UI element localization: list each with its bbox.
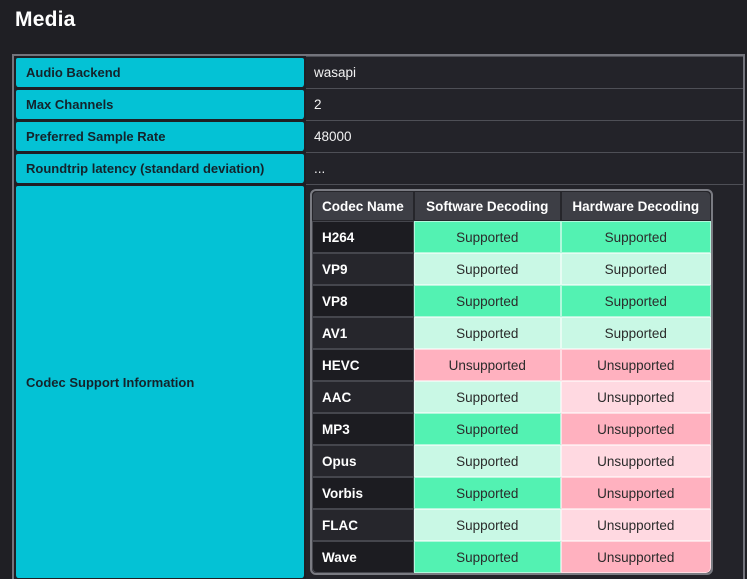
codec-header-row: Codec Name Software Decoding Hardware De… [312, 191, 711, 221]
software-decoding-status: Supported [414, 509, 561, 541]
codec-row-flac: FLAC Supported Unsupported [312, 509, 711, 541]
software-decoding-status: Supported [414, 317, 561, 349]
software-decoding-status: Supported [414, 285, 561, 317]
codec-row-vp9: VP9 Supported Supported [312, 253, 711, 285]
hardware-decoding-status: Unsupported [561, 445, 711, 477]
table-row: Roundtrip latency (standard deviation) .… [14, 152, 743, 184]
info-row-value-audio-backend: wasapi [306, 56, 743, 88]
hardware-decoding-status: Unsupported [561, 509, 711, 541]
hardware-decoding-status: Supported [561, 221, 711, 253]
codec-row-mp3: MP3 Supported Unsupported [312, 413, 711, 445]
software-decoding-status: Supported [414, 413, 561, 445]
info-row-value-max-channels: 2 [306, 88, 743, 120]
hardware-decoding-status: Unsupported [561, 349, 711, 381]
info-row-label-roundtrip-latency: Roundtrip latency (standard deviation) [14, 152, 306, 184]
table-row: Preferred Sample Rate 48000 [14, 120, 743, 152]
codec-name: MP3 [312, 413, 414, 445]
table-row: Codec Support Information Codec Name Sof… [14, 184, 743, 579]
codec-row-h264: H264 Supported Supported [312, 221, 711, 253]
info-row-label-sample-rate: Preferred Sample Rate [14, 120, 306, 152]
software-decoding-status: Supported [414, 541, 561, 573]
hardware-decoding-status: Unsupported [561, 541, 711, 573]
software-decoding-status: Supported [414, 253, 561, 285]
column-header-hardware-decoding: Hardware Decoding [561, 191, 711, 221]
hardware-decoding-status: Unsupported [561, 477, 711, 509]
codec-name: AAC [312, 381, 414, 413]
software-decoding-status: Supported [414, 477, 561, 509]
codec-name: VP9 [312, 253, 414, 285]
codec-name: Vorbis [312, 477, 414, 509]
codec-name: HEVC [312, 349, 414, 381]
codec-row-vp8: VP8 Supported Supported [312, 285, 711, 317]
info-row-label-max-channels: Max Channels [14, 88, 306, 120]
software-decoding-status: Unsupported [414, 349, 561, 381]
codec-name: H264 [312, 221, 414, 253]
info-row-label-codec-support: Codec Support Information [14, 184, 306, 579]
hardware-decoding-status: Supported [561, 285, 711, 317]
codec-row-av1: AV1 Supported Supported [312, 317, 711, 349]
codec-row-wave: Wave Supported Unsupported [312, 541, 711, 573]
column-header-software-decoding: Software Decoding [414, 191, 561, 221]
hardware-decoding-status: Supported [561, 317, 711, 349]
codec-row-hevc: HEVC Unsupported Unsupported [312, 349, 711, 381]
codec-table-container: Codec Name Software Decoding Hardware De… [306, 184, 743, 579]
software-decoding-status: Supported [414, 381, 561, 413]
info-row-value-sample-rate: 48000 [306, 120, 743, 152]
codec-name: Wave [312, 541, 414, 573]
hardware-decoding-status: Unsupported [561, 381, 711, 413]
info-row-value-roundtrip-latency: ... [306, 152, 743, 184]
codec-support-table: Codec Name Software Decoding Hardware De… [310, 189, 713, 575]
table-row: Audio Backend wasapi [14, 56, 743, 88]
page-title: Media [15, 7, 747, 33]
software-decoding-status: Supported [414, 445, 561, 477]
hardware-decoding-status: Supported [561, 253, 711, 285]
table-row: Max Channels 2 [14, 88, 743, 120]
codec-name: Opus [312, 445, 414, 477]
info-row-label-audio-backend: Audio Backend [14, 56, 306, 88]
codec-row-aac: AAC Supported Unsupported [312, 381, 711, 413]
codec-row-opus: Opus Supported Unsupported [312, 445, 711, 477]
codec-row-vorbis: Vorbis Supported Unsupported [312, 477, 711, 509]
codec-name: VP8 [312, 285, 414, 317]
hardware-decoding-status: Unsupported [561, 413, 711, 445]
column-header-codec-name: Codec Name [312, 191, 414, 221]
software-decoding-status: Supported [414, 221, 561, 253]
media-info-table: Audio Backend wasapi Max Channels 2 Pref… [12, 54, 745, 579]
codec-name: FLAC [312, 509, 414, 541]
codec-name: AV1 [312, 317, 414, 349]
